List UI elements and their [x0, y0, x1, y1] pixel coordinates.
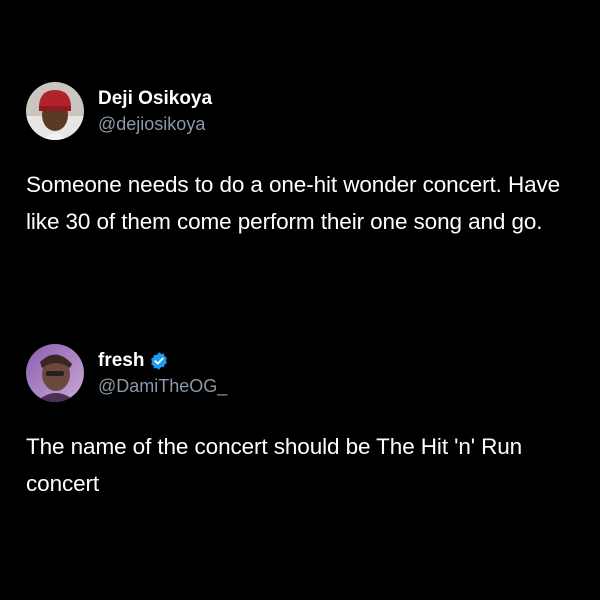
tweet-author-row: fresh @DamiTheOG_	[26, 344, 574, 402]
tweet-text: Someone needs to do a one-hit wonder con…	[26, 172, 561, 234]
display-name-row: fresh	[98, 350, 227, 372]
tweet-original: Deji Osikoya @dejiosikoya Someone needs …	[26, 82, 574, 240]
display-name-row: Deji Osikoya	[98, 88, 212, 110]
display-name[interactable]: Deji Osikoya	[98, 88, 212, 110]
tweet-reply: fresh @DamiTheOG_ The name of the concer…	[26, 344, 574, 502]
avatar[interactable]	[26, 344, 84, 402]
handle[interactable]: @dejiosikoya	[98, 113, 212, 135]
author-names: Deji Osikoya @dejiosikoya	[98, 88, 212, 135]
tweet-text: The name of the concert should be The Hi…	[26, 434, 523, 496]
handle[interactable]: @DamiTheOG_	[98, 375, 227, 397]
display-name[interactable]: fresh	[98, 350, 144, 372]
author-names: fresh @DamiTheOG_	[98, 350, 227, 397]
verified-badge-icon	[151, 351, 168, 370]
avatar[interactable]	[26, 82, 84, 140]
avatar-photo-icon	[26, 344, 84, 402]
tweet-author-row: Deji Osikoya @dejiosikoya	[26, 82, 574, 140]
avatar-photo-icon	[26, 82, 84, 140]
